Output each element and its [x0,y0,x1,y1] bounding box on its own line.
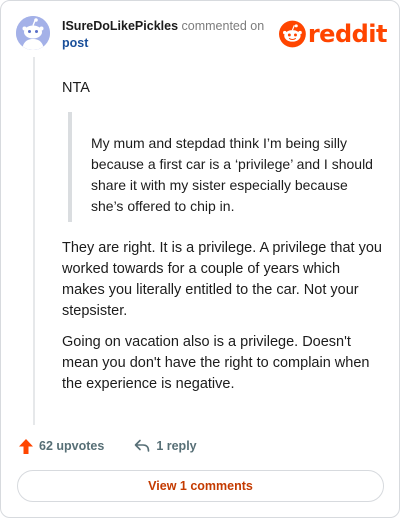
upvote-count: 62 upvotes [39,439,105,453]
username-link[interactable]: ISureDoLikePickles [62,19,178,33]
upvote-arrow-icon [19,438,33,454]
comment-paragraph-1: They are right. It is a privilege. A pri… [62,240,382,319]
reply-count: 1 reply [156,439,197,453]
reddit-wordmark: reddit [307,20,388,48]
comment-header: ISureDoLikePickles commented on post [62,18,282,52]
user-avatar[interactable] [16,16,50,50]
comment-action-text: commented on [181,19,265,33]
reddit-logo[interactable]: reddit [279,19,388,49]
reddit-snoo-icon [279,20,306,48]
quoted-text: My mum and stepdad think I’m being silly… [68,112,378,222]
comment-paragraph-2: Going on vacation also is a privilege. D… [62,334,370,392]
reply-arrow-icon [135,439,150,452]
upvote-button[interactable]: 62 upvotes [19,438,105,454]
reply-button[interactable]: 1 reply [134,439,197,453]
snoo-avatar-icon [16,16,50,50]
thread-line [33,57,35,425]
comment-card: ISureDoLikePickles commented on post red… [0,0,400,518]
view-comments-button[interactable]: View 1 comments [17,470,384,502]
post-link[interactable]: post [62,36,88,50]
comment-opening: NTA [62,80,90,96]
comment-actions: 62 upvotes 1 reply [19,435,197,457]
